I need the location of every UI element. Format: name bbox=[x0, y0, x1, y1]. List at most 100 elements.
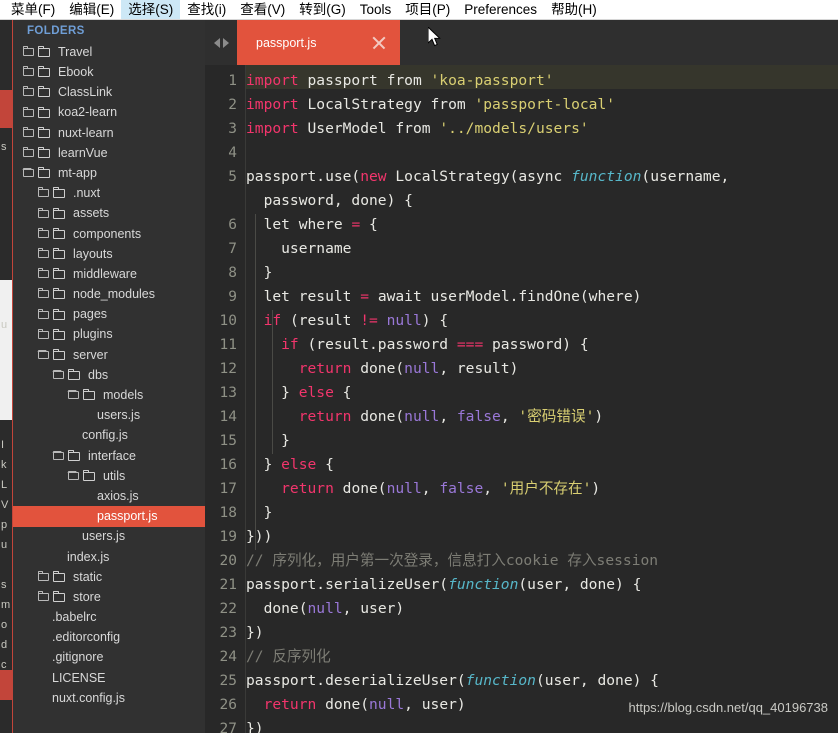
code-line[interactable]: } bbox=[246, 433, 838, 449]
tree-folder-learnvue[interactable]: learnVue bbox=[13, 143, 205, 163]
code-line[interactable]: // 反序列化 bbox=[246, 649, 838, 665]
folder-collapsed-icon[interactable] bbox=[37, 207, 52, 220]
folder-collapsed-icon[interactable] bbox=[37, 591, 52, 603]
code-line[interactable]: // 序列化，用户第一次登录，信息打入cookie 存入session bbox=[246, 553, 838, 569]
folder-expanded-icon[interactable] bbox=[52, 369, 67, 381]
tree-file--editorconfig[interactable]: .editorconfig bbox=[13, 627, 205, 647]
tree-folder-classlink[interactable]: ClassLink bbox=[13, 82, 205, 102]
folder-collapsed-icon[interactable] bbox=[37, 227, 52, 240]
code-text-area[interactable]: import passport from 'koa-passport' impor… bbox=[246, 65, 838, 733]
tree-file-config-js[interactable]: config.js bbox=[13, 426, 205, 446]
tree-folder-mt-app[interactable]: mt-app bbox=[13, 163, 205, 183]
close-icon[interactable] bbox=[372, 36, 386, 50]
tree-folder-koa2-learn[interactable]: koa2-learn bbox=[13, 103, 205, 123]
tree-file-users-js[interactable]: users.js bbox=[13, 527, 205, 547]
folder-collapsed-icon[interactable] bbox=[22, 147, 37, 159]
tree-folder-travel[interactable]: Travel bbox=[13, 42, 205, 62]
tab-prev-arrow-icon[interactable] bbox=[213, 37, 220, 48]
code-surface[interactable]: 1 2 3 4 5 6 7 8 9 10 11 12 13 14 15 16 17 18 19 20 21 22 23 24 2… bbox=[205, 65, 838, 733]
folder-collapsed-icon[interactable] bbox=[37, 308, 52, 321]
tree-file--gitignore[interactable]: .gitignore bbox=[13, 648, 205, 668]
tree-file-index-js[interactable]: index.js bbox=[13, 547, 205, 567]
folder-collapsed-icon[interactable] bbox=[37, 187, 52, 199]
folder-collapsed-icon[interactable] bbox=[37, 570, 52, 583]
code-line[interactable]: }) bbox=[246, 625, 838, 641]
code-line[interactable]: done(null, user) bbox=[246, 601, 838, 617]
menu-item-5[interactable]: 转到(G) bbox=[292, 0, 353, 19]
menu-item-1[interactable]: 编辑(E) bbox=[62, 0, 121, 19]
tree-folder-ebook[interactable]: Ebook bbox=[13, 62, 205, 82]
code-line[interactable]: } bbox=[246, 505, 838, 521]
tree-file--babelrc[interactable]: .babelrc bbox=[13, 607, 205, 627]
tab-scroll-controls[interactable] bbox=[205, 20, 237, 65]
tree-folder-models[interactable]: models bbox=[13, 385, 205, 405]
folder-expanded-icon[interactable] bbox=[22, 167, 37, 179]
code-line[interactable]: return done(null, false, '用户不存在') bbox=[246, 481, 838, 497]
tree-folder-pages[interactable]: pages bbox=[13, 304, 205, 324]
tree-folder-store[interactable]: store bbox=[13, 587, 205, 607]
code-line[interactable]: } bbox=[246, 265, 838, 281]
folder-collapsed-icon[interactable] bbox=[22, 46, 37, 58]
tree-folder-interface[interactable]: interface bbox=[13, 446, 205, 466]
tree-folder-components[interactable]: components bbox=[13, 224, 205, 244]
tree-folder-node-modules[interactable]: node_modules bbox=[13, 284, 205, 304]
code-line[interactable]: })) bbox=[246, 529, 838, 545]
folder-expanded-icon[interactable] bbox=[67, 470, 82, 482]
menu-item-9[interactable]: 帮助(H) bbox=[544, 0, 604, 19]
folder-expanded-icon[interactable] bbox=[52, 450, 67, 462]
code-line[interactable]: if (result != null) { bbox=[246, 313, 838, 329]
code-line[interactable]: passport.serializeUser(function(user, do… bbox=[246, 577, 838, 593]
folder-collapsed-icon[interactable] bbox=[37, 268, 52, 280]
code-line[interactable]: username bbox=[246, 241, 838, 257]
code-line[interactable]: if (result.password === password) { bbox=[246, 337, 838, 353]
code-line[interactable]: }) bbox=[246, 721, 838, 733]
tree-folder-static[interactable]: static bbox=[13, 567, 205, 587]
tree-folder-middleware[interactable]: middleware bbox=[13, 264, 205, 284]
code-line[interactable]: let result = await userModel.findOne(whe… bbox=[246, 289, 838, 305]
folder-collapsed-icon[interactable] bbox=[22, 66, 37, 78]
menu-item-2[interactable]: 选择(S) bbox=[121, 0, 181, 19]
tree-folder-plugins[interactable]: plugins bbox=[13, 325, 205, 345]
folder-collapsed-icon[interactable] bbox=[37, 288, 52, 300]
menu-item-3[interactable]: 查找(i) bbox=[180, 0, 233, 19]
tree-file-passport-js[interactable]: passport.js bbox=[13, 506, 205, 527]
tab-passport-js[interactable]: passport.js bbox=[237, 20, 400, 65]
code-line[interactable]: return done(null, false, '密码错误') bbox=[246, 409, 838, 425]
tree-folder-dbs[interactable]: dbs bbox=[13, 365, 205, 385]
tree-file-users-js[interactable]: users.js bbox=[13, 405, 205, 425]
tree-folder-utils[interactable]: utils bbox=[13, 466, 205, 486]
code-line[interactable]: } else { bbox=[246, 457, 838, 473]
folder-collapsed-icon[interactable] bbox=[22, 86, 37, 98]
folder-collapsed-icon[interactable] bbox=[37, 328, 52, 341]
folder-collapsed-icon[interactable] bbox=[22, 106, 37, 119]
tree-file-nuxt-config-js[interactable]: nuxt.config.js bbox=[13, 688, 205, 708]
folder-expanded-icon[interactable] bbox=[67, 389, 82, 401]
tree-folder-assets[interactable]: assets bbox=[13, 204, 205, 224]
menu-item-8[interactable]: Preferences bbox=[457, 0, 544, 19]
code-line[interactable]: return done(null, result) bbox=[246, 361, 838, 377]
code-line[interactable]: import LocalStrategy from 'passport-loca… bbox=[246, 97, 838, 113]
tree-item-label: Ebook bbox=[58, 65, 94, 80]
folder-collapsed-icon[interactable] bbox=[22, 126, 37, 139]
tree-folder-nuxt-learn[interactable]: nuxt-learn bbox=[13, 123, 205, 143]
code-line[interactable]: import UserModel from '../models/users' bbox=[246, 121, 838, 137]
code-line[interactable]: password, done) { bbox=[246, 193, 838, 209]
code-line[interactable]: import passport from 'koa-passport' bbox=[246, 73, 838, 89]
tab-next-arrow-icon[interactable] bbox=[222, 37, 229, 48]
code-line[interactable]: let where = { bbox=[246, 217, 838, 233]
tree-file-license[interactable]: LICENSE bbox=[13, 668, 205, 688]
menu-item-7[interactable]: 项目(P) bbox=[398, 0, 457, 19]
menu-item-6[interactable]: Tools bbox=[353, 0, 399, 19]
tree-folder-layouts[interactable]: layouts bbox=[13, 244, 205, 264]
tree-folder--nuxt[interactable]: .nuxt bbox=[13, 183, 205, 203]
line-number: 9 bbox=[228, 289, 237, 305]
code-line[interactable]: passport.use(new LocalStrategy(async fun… bbox=[246, 169, 838, 185]
folder-expanded-icon[interactable] bbox=[37, 349, 52, 361]
tree-folder-server[interactable]: server bbox=[13, 345, 205, 365]
tree-file-axios-js[interactable]: axios.js bbox=[13, 486, 205, 506]
code-line[interactable]: passport.deserializeUser(function(user, … bbox=[246, 673, 838, 689]
menu-item-4[interactable]: 查看(V) bbox=[233, 0, 292, 19]
folder-collapsed-icon[interactable] bbox=[37, 247, 52, 260]
menu-item-0[interactable]: 菜单(F) bbox=[4, 0, 62, 19]
code-line[interactable]: } else { bbox=[246, 385, 838, 401]
